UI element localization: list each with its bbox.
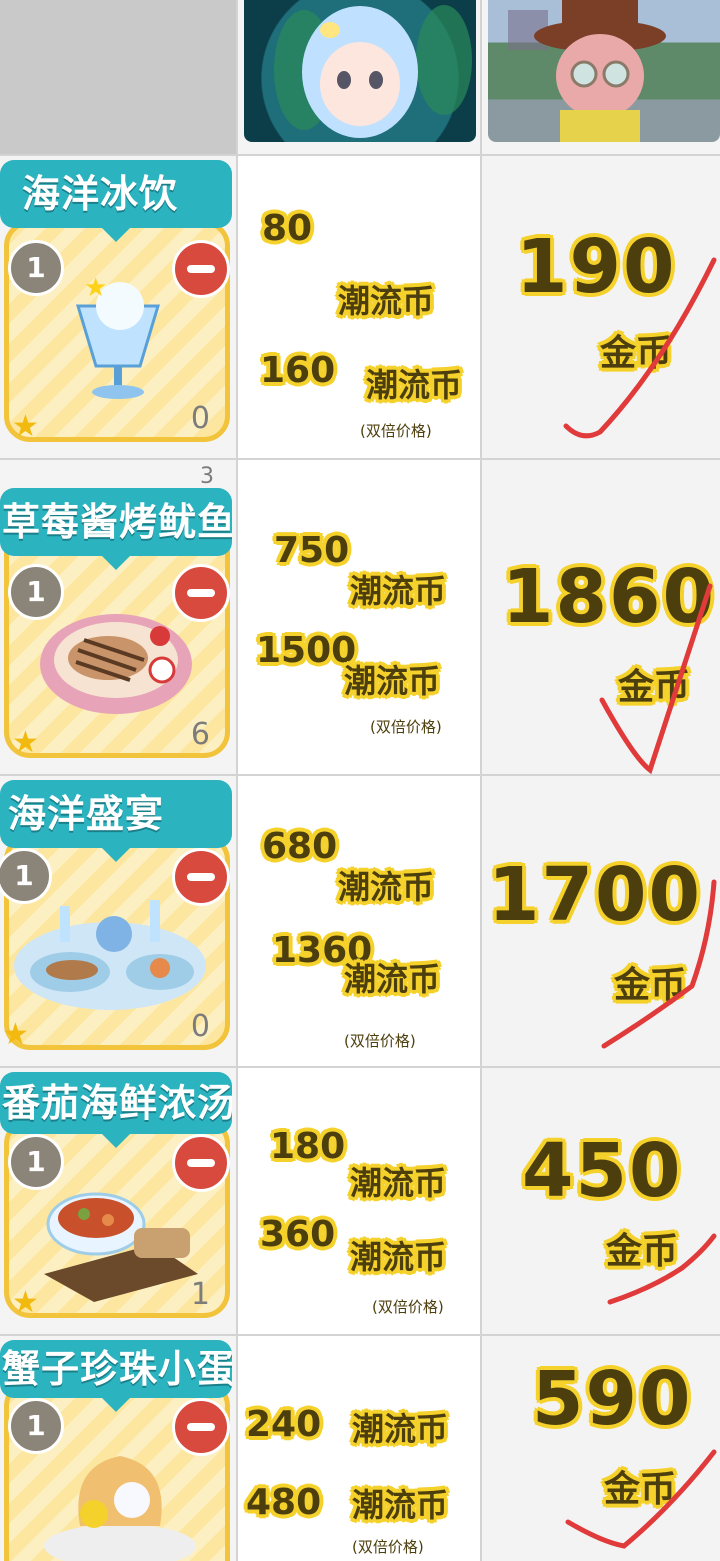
trend-coin-unit: 潮流币	[352, 1486, 449, 1524]
check-mark-icon	[601, 879, 717, 1049]
gold-price-cell: 1860 金币	[482, 460, 720, 775]
pearl-cake-icon	[44, 1456, 196, 1561]
stock-count: 0	[190, 401, 210, 436]
avatar-hat-girl-icon	[508, 0, 666, 142]
price-normal: 240	[246, 1404, 322, 1445]
trend-price-cell: 80 潮流币 160 潮流币 (双倍价格)	[238, 156, 480, 458]
gold-price-cell: 450 金币	[482, 1068, 720, 1334]
price-double: 480	[246, 1482, 322, 1523]
double-price-note: (双倍价格)	[372, 1298, 444, 1316]
check-mark-icon	[607, 1233, 717, 1305]
header-blank-cell	[0, 0, 236, 155]
check-mark-icon	[563, 257, 717, 439]
trend-price-cell: 680 潮流币 1360 潮流币 (双倍价格)	[238, 776, 480, 1066]
price-double: 160	[260, 350, 336, 391]
squid-dish-icon	[40, 614, 192, 714]
trend-price-cell: 240 潮流币 480 潮流币 (双倍价格)	[238, 1336, 480, 1561]
dish-card[interactable]: 番茄海鲜浓汤 1 ★ 1	[0, 1068, 236, 1334]
tomato-soup-icon	[44, 1192, 198, 1302]
svg-text:★: ★	[84, 273, 107, 303]
trend-coin-unit: 潮流币	[338, 868, 435, 906]
stock-count: 6	[190, 717, 210, 752]
double-price-note: (双倍价格)	[352, 1538, 424, 1556]
double-price-note: (双倍价格)	[370, 718, 442, 736]
ocean-drink-icon: ★	[75, 273, 161, 399]
double-price-note: (双倍价格)	[360, 422, 432, 440]
trend-coin-unit: 潮流币	[366, 366, 463, 404]
ocean-feast-icon	[14, 900, 206, 1010]
trend-coin-unit: 潮流币	[350, 1164, 447, 1202]
star-icon: ★	[12, 725, 39, 760]
dish-name: 番茄海鲜浓汤	[0, 1072, 232, 1134]
price-double: 1500	[256, 630, 357, 671]
check-mark-icon	[565, 1449, 717, 1549]
trend-price-cell: 180 潮流币 360 潮流币 (双倍价格)	[238, 1068, 480, 1334]
dish-card[interactable]: 3 草莓酱烤鱿鱼 1 ★ 6	[0, 460, 236, 774]
price-normal: 680	[262, 826, 338, 867]
trend-coin-unit: 潮流币	[338, 282, 435, 320]
dish-name: 海洋冰饮	[0, 160, 232, 228]
dish-name: 蟹子珍珠小蛋	[0, 1340, 232, 1398]
dish-name: 海洋盛宴	[0, 780, 232, 848]
trend-price-cell: 750 潮流币 1500 潮流币 (双倍价格)	[238, 460, 480, 774]
dish-card[interactable]: 海洋盛宴 1 ★ 0	[0, 776, 236, 1066]
table-row: 海洋盛宴 1 ★ 0 680 潮流币 1360 潮流币 (双倍价格) 1700 …	[0, 776, 720, 1066]
dish-name: 草莓酱烤鱿鱼	[0, 488, 232, 556]
table-row: 蟹子珍珠小蛋 1 240 潮流币 480 潮流币 (双倍价格) 590 金币	[0, 1336, 720, 1561]
price-normal: 180	[270, 1126, 346, 1167]
star-icon: ★	[2, 1017, 29, 1052]
avatar-hat-girl	[488, 0, 720, 142]
avatar-ocean-girl	[244, 0, 476, 142]
stock-count-top: 3	[200, 464, 214, 489]
trend-coin-unit: 潮流币	[350, 1238, 447, 1276]
table-row: 3 草莓酱烤鱿鱼 1 ★ 6 750 潮流币 1500 潮流币 (双倍价格) 1…	[0, 460, 720, 775]
gold-price: 590	[532, 1356, 693, 1442]
star-icon: ★	[12, 1285, 39, 1320]
price-normal: 750	[274, 530, 350, 571]
gold-price: 450	[522, 1128, 683, 1214]
gold-price-cell: 190 金币	[482, 156, 720, 458]
gold-price-cell: 1700 金币	[482, 776, 720, 1066]
stock-count: 1	[190, 1277, 210, 1312]
trend-coin-unit: 潮流币	[350, 572, 447, 610]
avatar-ocean-girl-icon	[274, 5, 472, 138]
trend-coin-unit: 潮流币	[344, 960, 441, 998]
trend-coin-unit: 潮流币	[352, 1410, 449, 1448]
price-normal: 80	[262, 208, 313, 249]
gold-price-cell: 590 金币	[482, 1336, 720, 1561]
table-row: 番茄海鲜浓汤 1 ★ 1 180 潮流币 360 潮流币 (双倍价格) 450 …	[0, 1068, 720, 1334]
double-price-note: (双倍价格)	[344, 1032, 416, 1050]
trend-coin-unit: 潮流币	[344, 662, 441, 700]
check-mark-icon	[599, 583, 713, 775]
dish-card[interactable]: 海洋冰饮 1 ★ ★ 0	[0, 156, 236, 458]
dish-card[interactable]: 蟹子珍珠小蛋 1	[0, 1336, 236, 1561]
star-icon: ★	[12, 409, 39, 444]
table-row: 海洋冰饮 1 ★ ★ 0 80 潮流币 160 潮流币 (双倍价格) 190 金…	[0, 156, 720, 458]
stock-count: 0	[190, 1009, 210, 1044]
price-double: 360	[260, 1214, 336, 1255]
